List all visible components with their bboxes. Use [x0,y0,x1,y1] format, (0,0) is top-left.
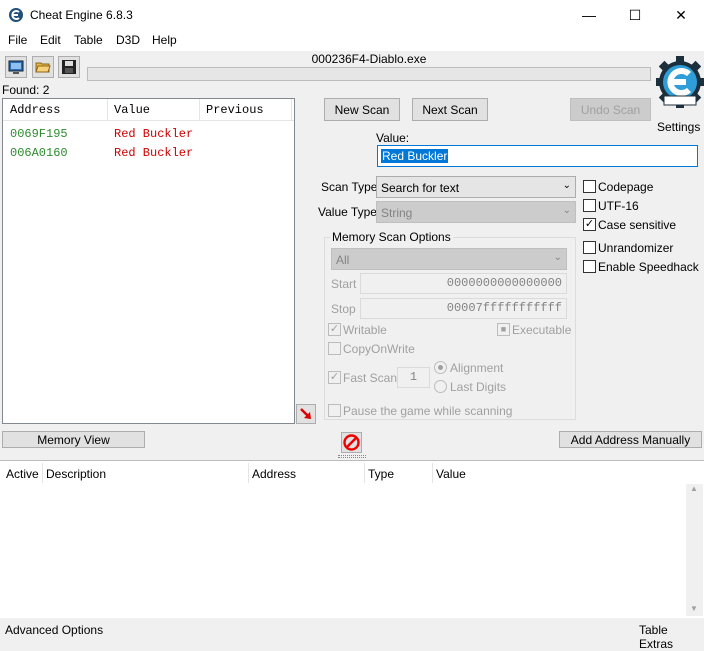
table-col-type[interactable]: Type [368,467,394,481]
copy-on-write-checkbox[interactable] [328,342,341,355]
alignment-label[interactable]: Alignment [450,361,503,375]
address-table[interactable]: Active Description Address Type Value [0,460,704,618]
enable-speedhack-checkbox[interactable] [583,260,596,273]
results-header: Address Value Previous [3,99,294,121]
result-address[interactable]: 006A0160 [10,146,68,160]
result-value[interactable]: Red Buckler [114,127,193,141]
menu-edit[interactable]: Edit [40,33,61,47]
chevron-down-icon: ⌄ [562,180,571,191]
results-col-value[interactable]: Value [114,103,150,117]
alignment-radio[interactable] [434,361,447,374]
table-extras-link[interactable]: Table Extras [639,623,704,651]
fast-scan-checkbox[interactable]: ✓ [328,371,341,384]
settings-link[interactable]: Settings [657,120,700,134]
start-label: Start [331,277,357,291]
results-col-address[interactable]: Address [10,103,60,117]
pause-game-checkbox[interactable] [328,404,341,417]
utf16-checkbox[interactable] [583,199,596,212]
unrandomizer-checkbox[interactable] [583,241,596,254]
executable-checkbox[interactable]: ■ [497,323,510,336]
writable-label[interactable]: Writable [343,323,387,337]
splitter-handle[interactable] [338,455,366,458]
writable-checkbox[interactable]: ✓ [328,323,341,336]
case-sensitive-checkbox[interactable]: ✓ [583,218,596,231]
scroll-down-icon[interactable]: ▼ [690,604,698,613]
stop-icon [343,434,360,451]
chevron-down-icon: ⌄ [553,252,562,263]
codepage-checkbox[interactable] [583,180,596,193]
cheat-engine-icon [8,7,24,23]
memory-region-value: All [336,253,350,267]
start-address-input[interactable]: 0000000000000000 [360,273,567,294]
arrow-down-red-icon [300,408,311,419]
last-digits-label[interactable]: Last Digits [450,380,506,394]
last-digits-radio[interactable] [434,380,447,393]
scan-type-value: Search for text [381,181,460,195]
menu-d3d[interactable]: D3D [116,33,140,47]
value-type-value: String [381,206,413,220]
memory-view-button[interactable]: Memory View [2,431,145,448]
memory-region-select[interactable]: All ⌄ [331,248,567,270]
open-file-icon [35,62,51,73]
executable-label[interactable]: Executable [512,323,571,337]
scroll-up-icon[interactable]: ▲ [690,484,698,493]
save-file-button[interactable] [58,56,80,78]
value-input[interactable]: Red Buckler [377,145,698,167]
undo-scan-button[interactable]: Undo Scan [570,98,651,121]
case-sensitive-label[interactable]: Case sensitive [598,218,676,232]
add-to-list-button[interactable] [296,404,316,424]
advanced-options-link[interactable]: Advanced Options [5,623,103,637]
value-type-label: Value Type [318,205,377,219]
value-type-select[interactable]: String ⌄ [376,201,576,223]
stop-address-input[interactable]: 00007fffffffffff [360,298,567,319]
next-scan-button[interactable]: Next Scan [412,98,488,121]
address-table-scrollbar[interactable]: ▲ ▼ [686,484,703,616]
cheat-engine-logo[interactable] [654,50,704,118]
menu-file[interactable]: File [8,33,27,47]
chevron-down-icon: ⌄ [562,205,571,216]
scan-results-list[interactable]: Address Value Previous 0069F195 Red Buck… [2,98,295,424]
copy-on-write-label[interactable]: CopyOnWrite [343,342,415,356]
unrandomizer-label[interactable]: Unrandomizer [598,241,673,255]
menu-help[interactable]: Help [152,33,177,47]
menu-table[interactable]: Table [74,33,103,47]
table-col-active[interactable]: Active [6,467,39,481]
codepage-label[interactable]: Codepage [598,180,653,194]
found-count: Found: 2 [2,83,50,97]
pause-game-label[interactable]: Pause the game while scanning [343,404,512,418]
maximize-button[interactable]: ☐ [612,0,658,31]
scan-type-label: Scan Type [321,180,378,194]
enable-speedhack-label[interactable]: Enable Speedhack [598,260,699,274]
menu-bar [0,31,704,51]
results-col-previous[interactable]: Previous [206,103,264,117]
utf16-label[interactable]: UTF-16 [598,199,639,213]
status-bar [0,620,704,641]
select-process-button[interactable] [5,56,27,78]
select-process-icon [8,60,24,74]
process-title: 000236F4-Diablo.exe [311,52,427,66]
minimize-button[interactable]: — [566,0,612,31]
value-input-text: Red Buckler [381,149,449,163]
scan-progress-bar [87,67,651,81]
new-scan-button[interactable]: New Scan [324,98,400,121]
table-col-address[interactable]: Address [252,467,296,481]
result-address[interactable]: 0069F195 [10,127,68,141]
open-file-button[interactable] [32,56,54,78]
save-file-icon [62,60,76,74]
table-col-description[interactable]: Description [46,467,106,481]
fast-scan-value-input[interactable]: 1 [397,367,430,388]
window-title: Cheat Engine 6.8.3 [30,8,133,22]
clear-list-button[interactable] [341,432,362,453]
fast-scan-label[interactable]: Fast Scan [343,371,397,385]
stop-label: Stop [331,302,356,316]
close-button[interactable]: ✕ [658,0,704,31]
result-value[interactable]: Red Buckler [114,146,193,160]
memory-scan-options-label: Memory Scan Options [330,230,453,244]
add-address-manually-button[interactable]: Add Address Manually [559,431,702,448]
scan-type-select[interactable]: Search for text ⌄ [376,176,576,198]
table-col-value[interactable]: Value [436,467,466,481]
value-label: Value: [376,131,410,145]
